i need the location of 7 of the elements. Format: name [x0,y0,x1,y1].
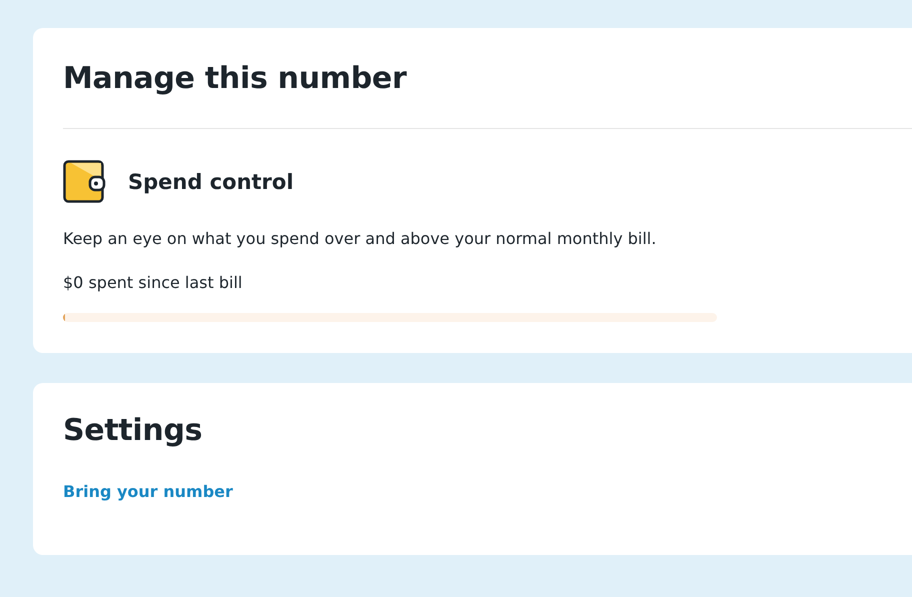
wallet-icon [63,160,106,203]
spend-control-title: Spend control [128,170,294,194]
spent-amount: $0 spent since last bill [63,273,244,293]
spend-description: Keep an eye on what you spend over and above your normal monthly bill. [63,229,658,249]
section-title: Manage this number [63,60,406,96]
section-title: Settings [63,412,204,448]
settings-link[interactable]: Bring your number [63,482,233,501]
